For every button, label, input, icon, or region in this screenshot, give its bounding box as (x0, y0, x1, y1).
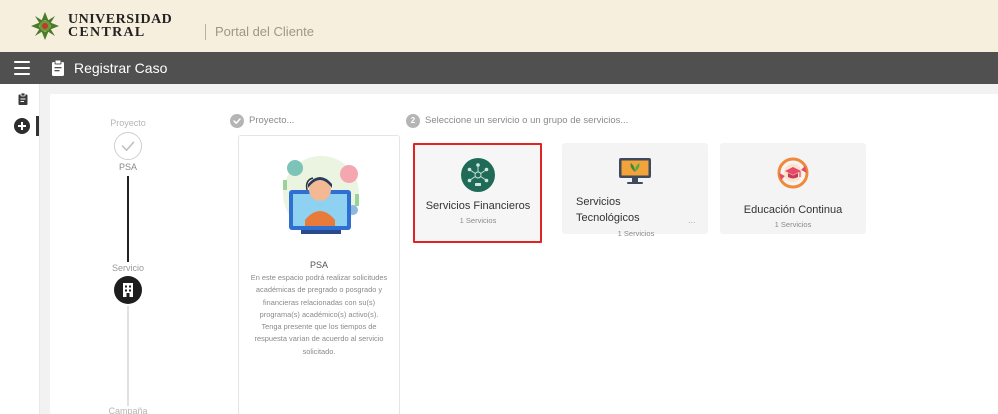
service-building-icon (123, 283, 133, 297)
portal-title: Portal del Cliente (215, 24, 314, 39)
service-title-tecnologicos-line-2: Tecnológicos (576, 212, 640, 224)
service-card-educacion[interactable]: Educación Continua 1 Servicios (720, 143, 866, 234)
add-circle-icon[interactable] (14, 118, 30, 134)
hamburger-icon[interactable] (14, 61, 30, 75)
project-name: PSA (309, 260, 328, 270)
project-card-psa[interactable]: PSA En este espacio podrá realizar solic… (238, 135, 400, 414)
monitor-plant-icon (619, 158, 651, 184)
more-indicator: ... (688, 215, 696, 225)
app-window: UNIVERSIDAD CENTRAL Portal del Cliente R… (0, 0, 998, 414)
service-title-financieros: Servicios Financieros (425, 200, 531, 212)
clipboard-icon (52, 60, 64, 76)
step-label-servicio: Servicio (111, 263, 144, 273)
step-label-proyecto: Proyecto (110, 118, 146, 128)
left-rail (0, 84, 40, 414)
project-section-header: Proyecto... (249, 115, 295, 126)
graduation-cap-icon (777, 157, 809, 189)
university-wordmark: UNIVERSIDAD CENTRAL (68, 13, 172, 40)
top-toolbar: Registrar Caso (0, 52, 998, 84)
service-title-tecnologicos-line-1: Servicios (576, 196, 621, 208)
service-title-tecnologicos: Servicios Tecnológicos (576, 194, 640, 226)
step-number-badge: 2 (406, 114, 420, 128)
project-description: En este espacio podrá realizar solicitud… (250, 273, 388, 356)
wordmark-line-2: CENTRAL (68, 25, 146, 40)
step-circle-servicio[interactable] (114, 276, 142, 304)
step-connector (127, 176, 129, 262)
finance-network-icon (461, 158, 495, 192)
service-card-financieros[interactable]: Servicios Financieros 1 Servicios (415, 144, 541, 242)
step-circle-proyecto[interactable] (114, 132, 142, 160)
service-title-educacion: Educación Continua (743, 204, 843, 216)
service-count-educacion: 1 Servicios (774, 220, 812, 229)
header-divider (205, 24, 206, 40)
section-check-icon (230, 114, 244, 128)
university-logo-icon (31, 12, 59, 40)
brand-header: UNIVERSIDAD CENTRAL Portal del Cliente (0, 0, 998, 52)
wizard-panel: Proyecto PSA Servicio Campaña Proyecto..… (50, 94, 998, 414)
content-area: Proyecto PSA Servicio Campaña Proyecto..… (40, 84, 998, 414)
service-count-tecnologicos: 1 Servicios (617, 229, 655, 238)
rail-active-indicator (36, 116, 39, 136)
service-count-financieros: 1 Servicios (459, 216, 497, 225)
step-value-proyecto: PSA (118, 162, 137, 172)
page-title: Registrar Caso (74, 60, 168, 76)
step-label-campana: Campaña (108, 406, 148, 414)
support-agent-illustration (283, 156, 359, 234)
service-card-tecnologicos[interactable]: Servicios Tecnológicos ... 1 Servicios (562, 143, 708, 238)
check-icon (121, 141, 135, 151)
step-connector-pending (127, 306, 129, 406)
rail-clipboard-icon[interactable] (18, 93, 28, 105)
service-section-header: Seleccione un servicio o un grupo de ser… (425, 115, 629, 126)
